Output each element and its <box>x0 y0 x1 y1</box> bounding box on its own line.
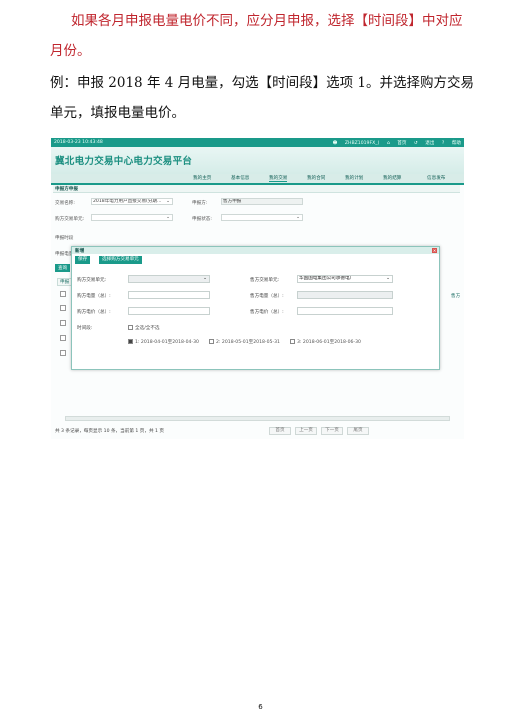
period-option-1[interactable]: 1: 2018-04-01至2018-04-30 <box>128 339 199 345</box>
trade-name-select[interactable]: 2018年电力用户直接交易(分期... ⌄ <box>91 198 173 205</box>
period-option-3[interactable]: 3: 2018-06-01至2018-06-30 <box>290 339 361 345</box>
nav-item-plans[interactable]: 我的计划 <box>345 175 363 181</box>
buyer-unit-select[interactable]: ⌄ <box>91 214 173 221</box>
instruction-paragraph: 如果各月申报电量电价不同，应分月申报，选择【时间段】中对应月份。 <box>50 13 463 59</box>
next-page-button[interactable]: 下一页 <box>321 427 343 435</box>
dialog-title: 新增 <box>75 249 85 254</box>
main-nav: 我的主页 基本信息 我的交易 我的合同 我的计划 我的结算 信息发布 <box>51 174 464 183</box>
period-label: 时间段: <box>77 326 93 331</box>
save-button[interactable]: 保存 <box>75 256 91 264</box>
buyer-price-input[interactable] <box>128 307 210 315</box>
chevron-down-icon: ⌄ <box>203 276 207 281</box>
nav-item-home[interactable]: 我的主页 <box>193 175 211 181</box>
help-link[interactable]: ? 帮助 <box>442 141 461 146</box>
logout-link[interactable]: ↺ 退出 <box>414 141 435 146</box>
nav-item-basic-info[interactable]: 基本信息 <box>231 175 249 181</box>
seller-unit-select[interactable]: 华国国电集团公司承德电厂 ⌄ <box>297 275 393 283</box>
seller-column-stub: 售方 <box>451 294 461 299</box>
declare-status-select[interactable]: ⌄ <box>221 214 303 221</box>
horizontal-scrollbar[interactable] <box>65 416 450 421</box>
seller-price-label: 售方电价（总）: <box>250 310 284 315</box>
row-checkbox[interactable] <box>60 320 66 326</box>
select-all-checkbox[interactable]: 全选/全不选 <box>128 325 160 331</box>
user-name[interactable]: ☻ ZHBZ1019FX_) <box>333 141 380 146</box>
role-label: 申报方: <box>192 201 208 206</box>
buyer-unit-select[interactable]: ⌄ <box>128 275 210 283</box>
platform-title: 冀北电力交易中心电力交易平台 <box>55 156 193 167</box>
home-link[interactable]: ⌂ 首页 <box>387 141 407 146</box>
role-field: 售方申报 <box>221 198 303 205</box>
chevron-down-icon: ⌄ <box>166 199 170 204</box>
row-checkbox[interactable] <box>60 335 66 341</box>
seller-energy-field <box>297 291 393 299</box>
buyer-energy-input[interactable] <box>128 291 210 299</box>
chevron-down-icon: ⌄ <box>166 215 170 220</box>
last-page-button[interactable]: 尾页 <box>347 427 369 435</box>
nav-item-contracts[interactable]: 我的合同 <box>307 175 325 181</box>
dialog-header: 新增 ✕ <box>72 247 439 254</box>
row-checkbox[interactable] <box>60 305 66 311</box>
declare-status-label: 申报状态: <box>192 217 212 222</box>
top-bar: 2018-03-23 10:43:48 ☻ ZHBZ1019FX_) ⌂ 首页 … <box>51 138 464 147</box>
nav-item-settlement[interactable]: 我的结算 <box>383 175 401 181</box>
row3-label: 申报时段 <box>55 236 74 241</box>
close-icon[interactable]: ✕ <box>432 248 437 253</box>
header-banner: 冀北电力交易中心电力交易平台 <box>51 147 464 174</box>
trade-name-label: 交易名称: <box>55 201 75 206</box>
nav-item-info[interactable]: 信息发布 <box>427 175 445 181</box>
panel-header: 申报方申报 <box>53 185 460 193</box>
buyer-unit-label: 购方交易单元: <box>55 217 85 222</box>
buyer-energy-label: 购方电量（总）: <box>77 294 111 299</box>
buyer-price-label: 购方电价（总）: <box>77 310 111 315</box>
page-number: 6 <box>258 703 263 711</box>
tab-declare[interactable]: 申报 <box>57 278 73 286</box>
seller-energy-label: 售方电量（总）: <box>250 294 284 299</box>
chevron-down-icon: ⌄ <box>296 215 300 220</box>
nav-item-trading[interactable]: 我的交易 <box>269 175 288 182</box>
datetime: 2018-03-23 10:43:48 <box>54 140 103 145</box>
add-dialog: 新增 ✕ 保存 选择购方交易单元 购方交易单元: ⌄ 售方交易单元: 华国国电集… <box>71 246 440 370</box>
seller-unit-label: 售方交易单元: <box>250 278 280 283</box>
panel-title: 申报方申报 <box>55 187 78 192</box>
embedded-screenshot: 2018-03-23 10:43:48 ☻ ZHBZ1019FX_) ⌂ 首页 … <box>51 138 464 439</box>
select-buyer-unit-button[interactable]: 选择购方交易单元 <box>99 256 142 264</box>
row-checkbox[interactable] <box>60 350 66 356</box>
pagination-info: 共 3 条记录，每页显示 10 条，当前第 1 页，共 1 页 <box>55 429 164 434</box>
query-button[interactable]: 查询 <box>55 264 71 272</box>
period-option-2[interactable]: 2: 2018-05-01至2018-05-31 <box>209 339 280 345</box>
example-paragraph: 例：申报 2018 年 4 月电量，勾选【时间段】选项 1。并选择购方交易单元，… <box>50 75 474 121</box>
seller-price-input[interactable] <box>297 307 393 315</box>
row-checkbox[interactable] <box>60 291 66 297</box>
first-page-button[interactable]: 首页 <box>269 427 291 435</box>
prev-page-button[interactable]: 上一页 <box>295 427 317 435</box>
chevron-down-icon: ⌄ <box>386 276 390 281</box>
buyer-unit-label: 购方交易单元: <box>77 278 107 283</box>
